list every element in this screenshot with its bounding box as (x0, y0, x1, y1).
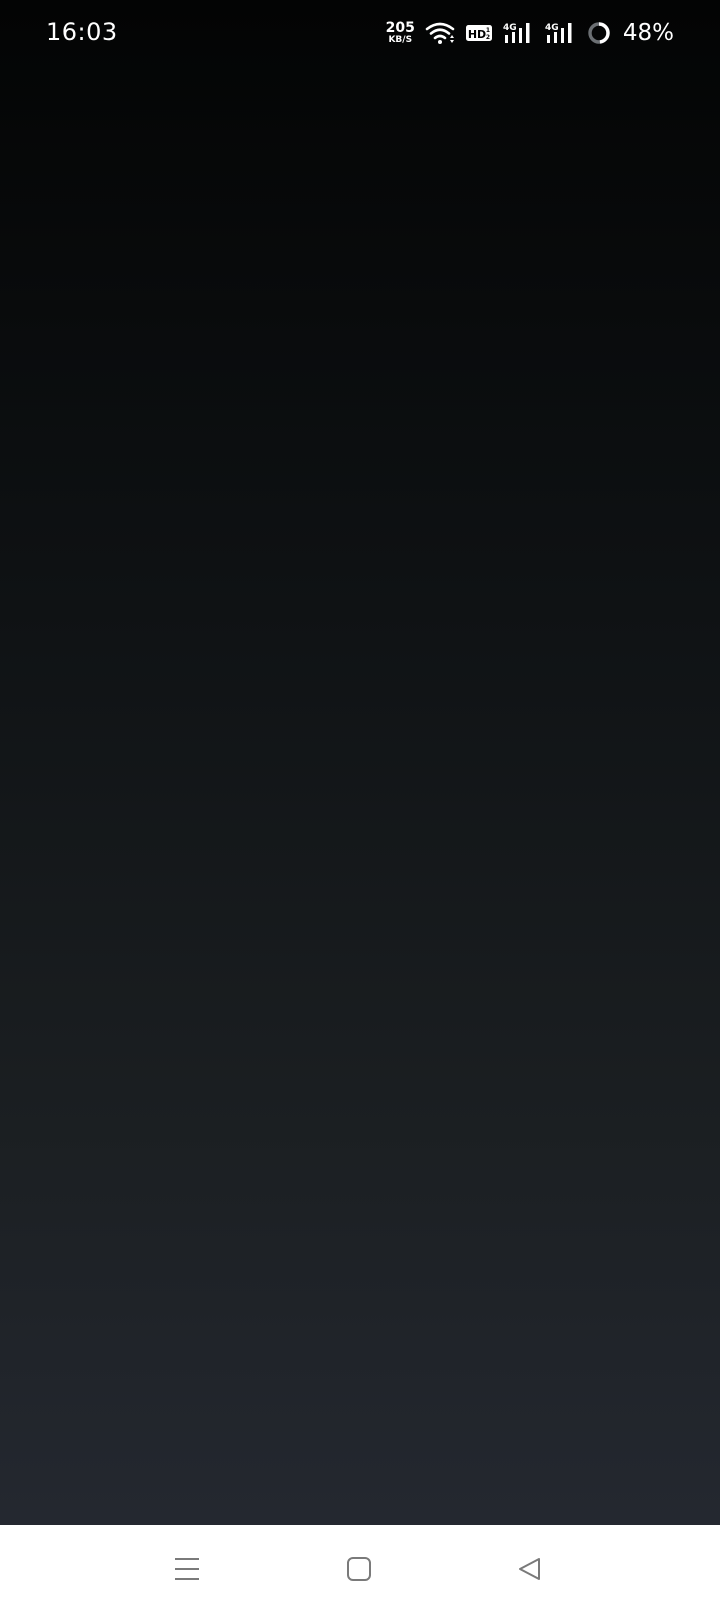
network-type-label: 4G (545, 23, 559, 33)
hd-badge-text: HD (468, 28, 486, 41)
back-button[interactable] (506, 1545, 554, 1593)
status-clock: 16:03 (46, 18, 118, 46)
back-icon (517, 1556, 543, 1582)
battery-percent: 48% (622, 20, 674, 46)
network-speed-value: 205 (385, 20, 415, 36)
phone-screen: 16:03 205 KB/S HD 1 2 4G 4G 48% (0, 0, 720, 1612)
blank-content-area (0, 66, 720, 1525)
battery-ring-icon (587, 21, 611, 45)
network-type-label: 4G (503, 23, 517, 33)
hd-voice-icon: HD 1 2 (465, 23, 493, 43)
home-icon (346, 1556, 372, 1582)
status-icons: 205 KB/S HD 1 2 4G 4G 48% (386, 18, 674, 48)
menu-icon (173, 1556, 201, 1582)
wifi-icon (425, 21, 455, 45)
status-bar: 16:03 205 KB/S HD 1 2 4G 4G 48% (0, 0, 720, 66)
network-speed-unit: KB/S (388, 35, 413, 45)
recent-apps-button[interactable] (163, 1545, 211, 1593)
home-button[interactable] (335, 1545, 383, 1593)
svg-text:1: 1 (486, 27, 490, 34)
navigation-bar (0, 1525, 720, 1612)
network-speed: 205 KB/S (386, 21, 415, 45)
svg-text:2: 2 (486, 34, 490, 41)
signal-4g-icon: 4G (545, 21, 577, 45)
signal-4g-icon: 4G (503, 21, 535, 45)
